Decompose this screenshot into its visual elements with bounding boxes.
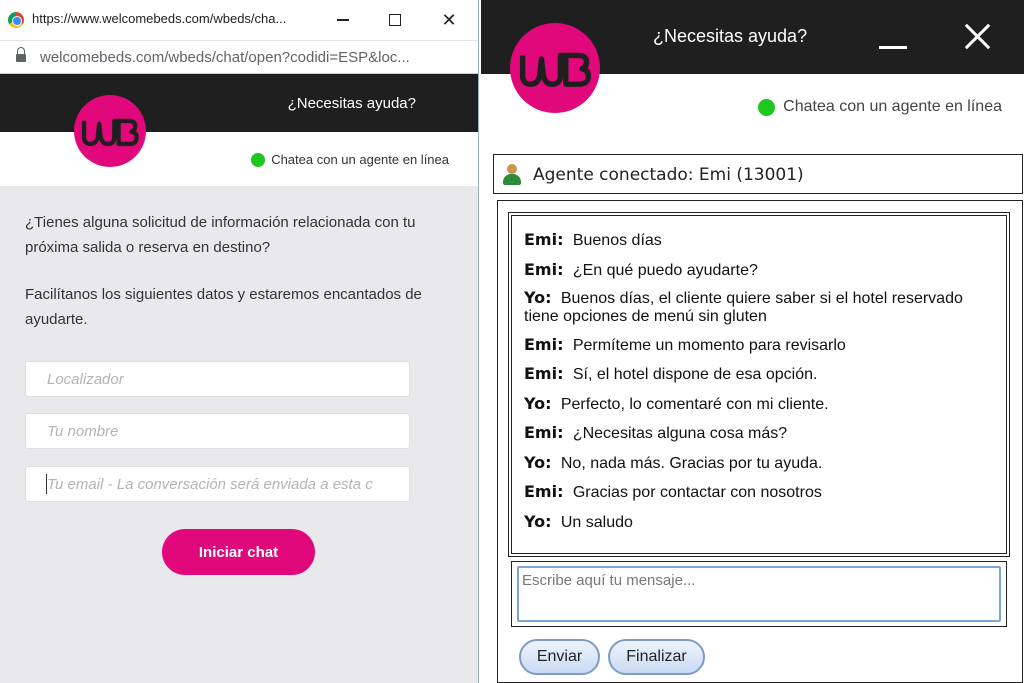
chat-frame: Emi: Buenos días Emi: ¿En qué puedo ayud… xyxy=(497,200,1023,683)
online-status: Chatea con un agente en línea xyxy=(251,152,449,167)
chat-header: ¿Necesitas ayuda? xyxy=(0,74,478,132)
start-chat-button[interactable]: Iniciar chat xyxy=(162,529,315,575)
address-url: welcomebeds.com/wbeds/chat/open?codidi=E… xyxy=(40,49,410,66)
chrome-favicon-icon xyxy=(8,12,24,28)
message-input-frame xyxy=(511,561,1007,627)
wb-logo-icon xyxy=(74,95,146,167)
status-strip: Chatea con un agente en línea xyxy=(0,132,478,186)
status-text: Chatea con un agente en línea xyxy=(783,98,1002,115)
online-status: Chatea con un agente en línea xyxy=(758,98,1002,116)
minimize-chat-button[interactable] xyxy=(879,27,907,49)
agent-user-icon xyxy=(502,164,522,186)
maximize-button[interactable] xyxy=(378,6,412,34)
maximize-icon xyxy=(389,14,401,26)
close-icon: ✕ xyxy=(441,9,457,30)
message: Emi: ¿En qué puedo ayudarte? xyxy=(524,259,758,279)
message-list: Emi: Buenos días Emi: ¿En qué puedo ayud… xyxy=(524,230,994,541)
lock-icon xyxy=(16,47,26,64)
wb-logo-icon xyxy=(510,23,600,113)
locator-input[interactable] xyxy=(25,361,410,397)
browser-titlebar: https://www.welcomebeds.com/wbeds/cha...… xyxy=(0,0,478,40)
chat-window: ¿Necesitas ayuda? Chatea con un agente e… xyxy=(481,0,1024,683)
header-title: ¿Necesitas ayuda? xyxy=(653,26,808,46)
message: Emi: Gracias por contactar con nosotros xyxy=(524,482,822,501)
status-text: Chatea con un agente en línea xyxy=(271,152,449,167)
intro-text: ¿Tienes alguna solicitud de información … xyxy=(25,214,416,256)
minimize-icon xyxy=(337,19,349,21)
message-log: Emi: Buenos días Emi: ¿En qué puedo ayud… xyxy=(508,212,1010,557)
message: Emi: Buenos días xyxy=(524,230,662,249)
message: Emi: Permíteme un momento para revisarlo xyxy=(524,334,846,354)
finish-button[interactable]: Finalizar xyxy=(608,639,705,675)
name-input[interactable] xyxy=(25,413,410,449)
prechat-window: https://www.welcomebeds.com/wbeds/cha...… xyxy=(0,0,479,683)
message: Emi: ¿Necesitas alguna cosa más? xyxy=(524,423,788,442)
message: Yo: Un saludo xyxy=(524,511,633,531)
minimize-button[interactable] xyxy=(326,6,360,34)
instructions-text: Facilítanos los siguientes datos y estar… xyxy=(25,286,422,328)
close-button[interactable]: ✕ xyxy=(432,6,466,34)
agent-bar: Agente conectado: Emi (13001) xyxy=(493,154,1023,194)
message: Yo: Perfecto, lo comentaré con mi client… xyxy=(524,393,829,413)
online-dot-icon xyxy=(251,152,266,167)
close-chat-button[interactable] xyxy=(962,20,994,52)
send-button[interactable]: Enviar xyxy=(519,639,600,675)
online-dot-icon xyxy=(758,98,776,116)
message: Yo: No, nada más. Gracias por tu ayuda. xyxy=(524,452,823,472)
minimize-icon xyxy=(879,46,907,49)
message: Yo: Buenos días, el cliente quiere saber… xyxy=(524,288,963,325)
email-input[interactable] xyxy=(25,466,410,502)
window-title: https://www.welcomebeds.com/wbeds/cha... xyxy=(32,11,287,26)
agent-connected-text: Agente conectado: Emi (13001) xyxy=(533,165,804,185)
text-caret xyxy=(46,474,47,494)
message-input[interactable] xyxy=(517,566,1001,622)
address-bar[interactable]: welcomebeds.com/wbeds/chat/open?codidi=E… xyxy=(0,40,478,74)
header-title: ¿Necesitas ayuda? xyxy=(287,95,416,112)
message: Emi: Sí, el hotel dispone de esa opción. xyxy=(524,364,818,383)
